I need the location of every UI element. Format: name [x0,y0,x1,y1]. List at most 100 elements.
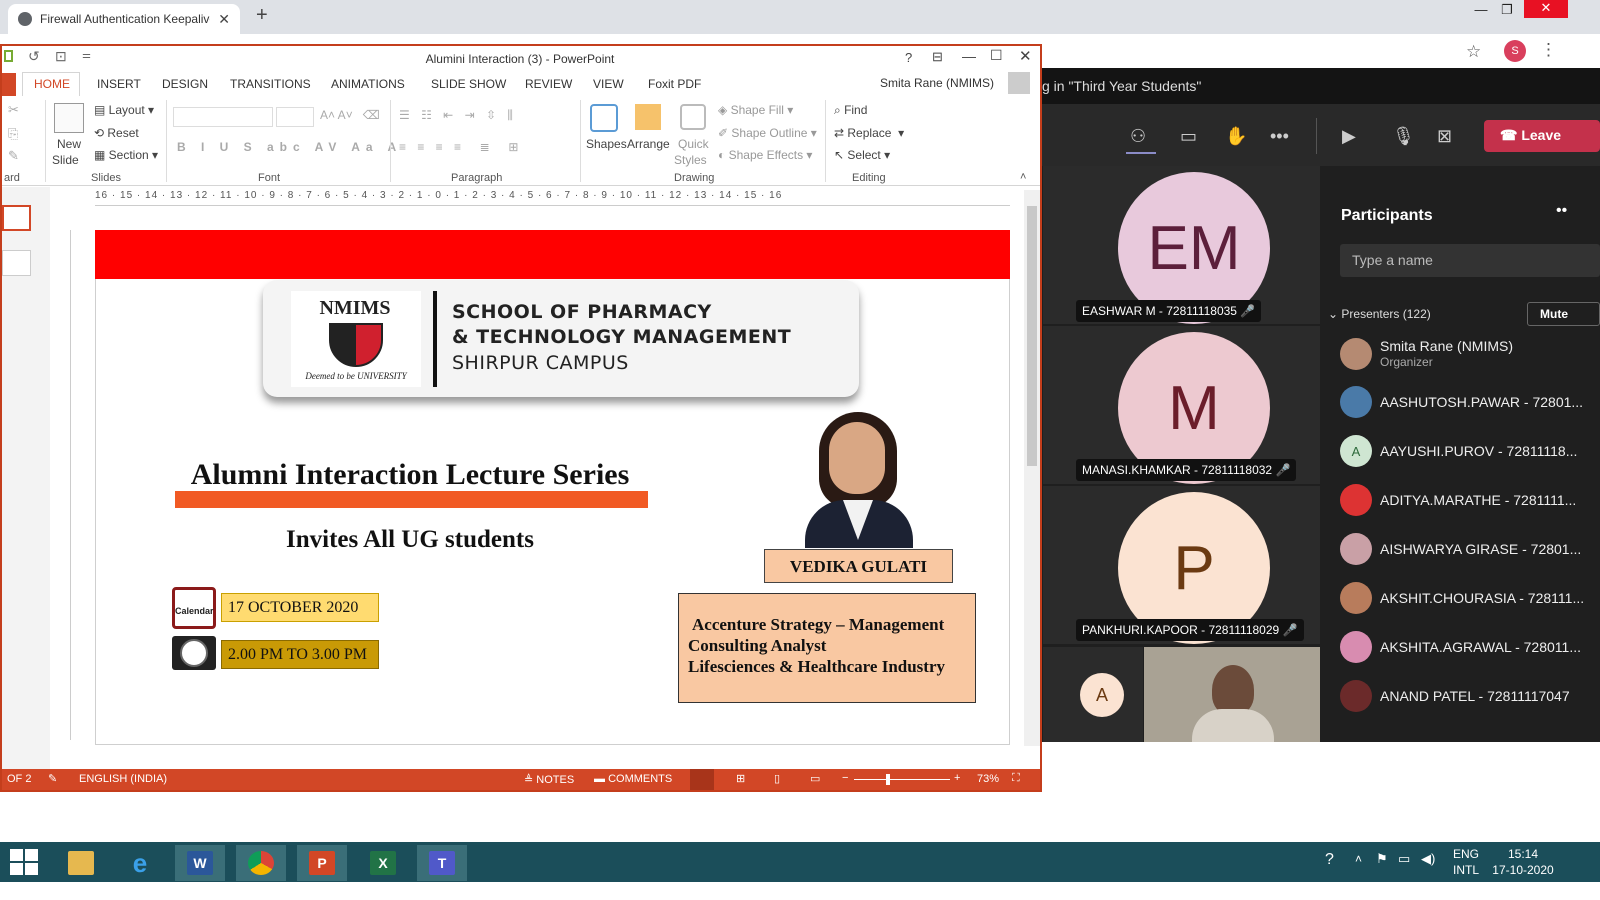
comments-button[interactable]: ▬ COMMENTS [594,773,672,785]
word-icon[interactable]: W [175,845,225,881]
input-language[interactable]: ENG INTL [1448,846,1484,878]
windows-start-icon[interactable] [10,849,38,875]
browser-tab[interactable]: Firewall Authentication Keepalive ✕ [8,4,240,34]
network-icon[interactable]: ▭ [1398,851,1410,867]
account-name[interactable]: Smita Rane (NMIMS) [880,76,994,90]
normal-view-icon[interactable] [690,769,714,790]
spellcheck-icon[interactable]: ✎ [48,772,57,785]
clock[interactable]: 15:14 17-10-2020 [1492,846,1554,878]
shape-fill-button[interactable]: ◈ Shape Fill ▾ [718,103,793,117]
copy-icon[interactable]: ⎘ [8,126,18,142]
format-painter-icon[interactable]: ✎ [8,148,19,164]
chat-icon[interactable]: ▭ [1180,126,1197,147]
account-avatar[interactable] [1008,72,1030,94]
participant-row[interactable]: A AAYUSHI.PUROV - 72811118... [1340,431,1577,471]
more-menu-icon[interactable]: ⋮ [1540,40,1557,60]
profile-avatar[interactable]: S [1504,40,1526,62]
powerpoint-icon[interactable]: P [297,845,347,881]
participant-search-input[interactable]: Type a name [1340,244,1600,277]
slide-sorter-icon[interactable]: ⊞ [736,772,745,785]
font-format-buttons[interactable]: B I U S abc AV Aa A [177,140,402,154]
font-size-buttons[interactable]: A˄ A˅ ⌫ [320,108,380,122]
zoom-in-icon[interactable]: + [954,772,960,784]
find-button[interactable]: ⌕ Find [834,103,867,118]
flag-icon[interactable]: ⚑ [1376,851,1388,867]
teams-icon[interactable]: T [417,845,467,881]
tab-insert[interactable]: INSERT [97,77,141,91]
ppt-minimize-icon[interactable]: — [962,48,976,64]
microphone-icon[interactable]: 🎙 [1392,126,1415,147]
zoom-level[interactable]: 73% [977,773,999,785]
start-slideshow-icon[interactable]: ⊡ [55,48,67,65]
excel-icon[interactable]: X [358,845,408,881]
shape-outline-button[interactable]: ✐ Shape Outline ▾ [718,126,817,140]
reset-button[interactable]: ⟲ Reset [94,126,139,140]
more-options-icon[interactable]: ••• [1270,126,1289,147]
new-tab-button[interactable]: + [256,4,268,27]
participants-icon[interactable]: ⚇ [1130,126,1146,147]
scroll-thumb[interactable] [1027,206,1037,466]
ppt-close-icon[interactable]: ✕ [1019,47,1032,65]
select-button[interactable]: ↖ Select ▾ [834,148,890,162]
tab-review[interactable]: REVIEW [525,77,572,91]
tab-foxit-pdf[interactable]: Foxit PDF [648,77,701,91]
zoom-out-icon[interactable]: − [842,772,848,784]
raise-hand-icon[interactable]: ✋ [1225,126,1247,147]
participant-row[interactable]: ADITYA.MARATHE - 7281111... [1340,480,1576,520]
chrome-icon[interactable] [236,845,286,881]
slide-thumbnail-2[interactable] [2,250,31,276]
font-size-select[interactable] [276,107,314,127]
slideshow-view-icon[interactable]: ▭ [810,772,820,785]
file-tab[interactable] [2,73,16,96]
help-icon[interactable]: ? [905,50,912,65]
camera-icon[interactable]: ▶ [1342,126,1356,147]
participant-row[interactable]: AKSHIT.CHOURASIA - 728111... [1340,578,1584,618]
internet-explorer-icon[interactable]: e [115,845,165,881]
participant-row[interactable]: ANAND PATEL - 72811117047 [1340,676,1570,716]
styles-label[interactable]: Styles [674,153,707,167]
bookmark-star-icon[interactable]: ☆ [1466,42,1481,62]
shapes-label[interactable]: Shapes [586,137,627,151]
tab-transitions[interactable]: TRANSITIONS [230,77,311,91]
arrange-icon[interactable] [635,104,661,130]
font-family-select[interactable] [173,107,273,127]
vertical-scrollbar[interactable] [1024,190,1040,746]
undo-icon[interactable]: ↺ [28,48,40,65]
shapes-icon[interactable] [590,104,618,132]
cut-icon[interactable]: ✂ [8,102,19,118]
zoom-slider[interactable] [854,779,950,780]
customize-qat-icon[interactable]: ⚌ [82,50,91,61]
new-slide-icon[interactable] [54,103,84,133]
tab-slide-show[interactable]: SLIDE SHOW [431,77,506,91]
quick-label[interactable]: Quick [678,137,709,151]
arrange-label[interactable]: Arrange [627,137,670,151]
tab-animations[interactable]: ANIMATIONS [331,77,405,91]
language-indicator[interactable]: ENGLISH (INDIA) [79,773,167,785]
fit-slide-icon[interactable]: ⛶ [1012,772,1020,785]
help-tray-icon[interactable]: ? [1325,851,1334,869]
align-buttons[interactable]: ≡ ≡ ≡ ≡ ≣ ⊞ [399,140,522,154]
shape-effects-button[interactable]: ◐ Shape Effects ▾ [718,148,812,162]
tab-home[interactable]: HOME [34,77,70,91]
participant-row[interactable]: AKSHITA.AGRAWAL - 728011... [1340,627,1581,667]
new-slide-label[interactable]: New [57,137,81,151]
participant-row[interactable]: AISHWARYA GIRASE - 72801... [1340,529,1581,569]
notes-button[interactable]: ≜ NOTES [524,773,574,786]
restore-icon[interactable]: ❐ [1494,2,1520,22]
ppt-maximize-icon[interactable]: ☐ [990,47,1003,64]
collapse-ribbon-icon[interactable]: ˄ [1020,171,1026,183]
close-window-icon[interactable]: ✕ [1524,0,1568,18]
tray-expand-icon[interactable]: ˄ [1355,852,1362,866]
zoom-thumb[interactable] [886,774,890,785]
section-button[interactable]: ▦ Section ▾ [94,148,158,162]
leave-button[interactable]: ☎ Leave [1484,120,1600,152]
list-buttons[interactable]: ☰ ☷ ⇤ ⇥ ⇳ ⫼ [399,108,517,123]
participant-row[interactable]: Smita Rane (NMIMS) Organizer [1340,334,1513,374]
volume-icon[interactable]: ◀) [1421,851,1435,867]
reading-view-icon[interactable]: ▯ [774,772,780,785]
tab-view[interactable]: VIEW [593,77,624,91]
share-screen-icon[interactable]: ⊠ [1437,126,1452,147]
new-slide-label2[interactable]: Slide [52,153,79,167]
presenter-video[interactable] [1144,647,1320,742]
layout-button[interactable]: ▤ Layout ▾ [94,103,154,117]
